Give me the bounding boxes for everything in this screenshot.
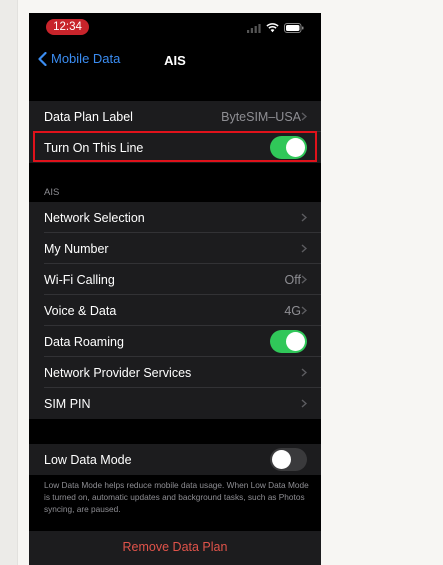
low-data-mode-toggle[interactable] [270, 448, 307, 471]
data-plan-label-row[interactable]: Data Plan Label ByteSIM–USA [29, 101, 321, 132]
voice-data-row[interactable]: Voice & Data 4G [29, 295, 321, 326]
chevron-right-icon [301, 306, 307, 315]
row-label: Network Selection [44, 210, 145, 225]
row-label: Wi-Fi Calling [44, 272, 115, 287]
low-data-mode-row: Low Data Mode [29, 444, 321, 475]
data-roaming-row: Data Roaming [29, 326, 321, 357]
remove-data-plan-button[interactable]: Remove Data Plan [29, 531, 321, 565]
row-label: Turn On This Line [44, 140, 144, 155]
chevron-right-icon [301, 275, 307, 284]
toggle-knob [286, 332, 305, 351]
left-margin-panel [0, 0, 17, 565]
row-label: Low Data Mode [44, 452, 132, 467]
row-value: ByteSIM–USA [221, 109, 301, 124]
row-label: SIM PIN [44, 396, 91, 411]
navigation-bar: Mobile Data AIS [29, 43, 321, 77]
row-label: Data Roaming [44, 334, 124, 349]
chevron-right-icon [301, 244, 307, 253]
row-label: Voice & Data [44, 303, 117, 318]
network-provider-services-row[interactable]: Network Provider Services [29, 357, 321, 388]
row-value: 4G [284, 303, 301, 318]
toggle-knob [272, 450, 291, 469]
section-header: AIS [44, 187, 60, 198]
my-number-row[interactable]: My Number [29, 233, 321, 264]
wifi-calling-row[interactable]: Wi-Fi Calling Off [29, 264, 321, 295]
status-time: 12:34 [46, 19, 89, 35]
wifi-icon [266, 23, 279, 33]
page-title: AIS [164, 53, 186, 68]
turn-on-this-line-toggle[interactable] [270, 136, 307, 159]
row-label: Network Provider Services [44, 365, 192, 380]
network-selection-row[interactable]: Network Selection [29, 202, 321, 233]
battery-icon [284, 23, 304, 33]
chevron-right-icon [301, 213, 307, 222]
phone-screen: 12:34 Mobile Data AIS Data Plan Label By… [29, 13, 321, 565]
data-roaming-toggle[interactable] [270, 330, 307, 353]
row-label: My Number [44, 241, 109, 256]
chevron-right-icon [301, 368, 307, 377]
remove-data-plan-label: Remove Data Plan [122, 540, 228, 554]
turn-on-this-line-row: Turn On This Line [29, 132, 321, 163]
status-icons [247, 22, 304, 34]
low-data-mode-note: Low Data Mode helps reduce mobile data u… [44, 480, 309, 514]
row-value: Off [284, 272, 301, 287]
row-label: Data Plan Label [44, 109, 133, 124]
chevron-right-icon [301, 112, 307, 121]
status-bar: 12:34 [29, 13, 321, 43]
panel-divider [17, 0, 18, 565]
toggle-knob [286, 138, 305, 157]
chevron-right-icon [301, 399, 307, 408]
sim-pin-row[interactable]: SIM PIN [29, 388, 321, 419]
cellular-signal-icon [247, 23, 261, 33]
